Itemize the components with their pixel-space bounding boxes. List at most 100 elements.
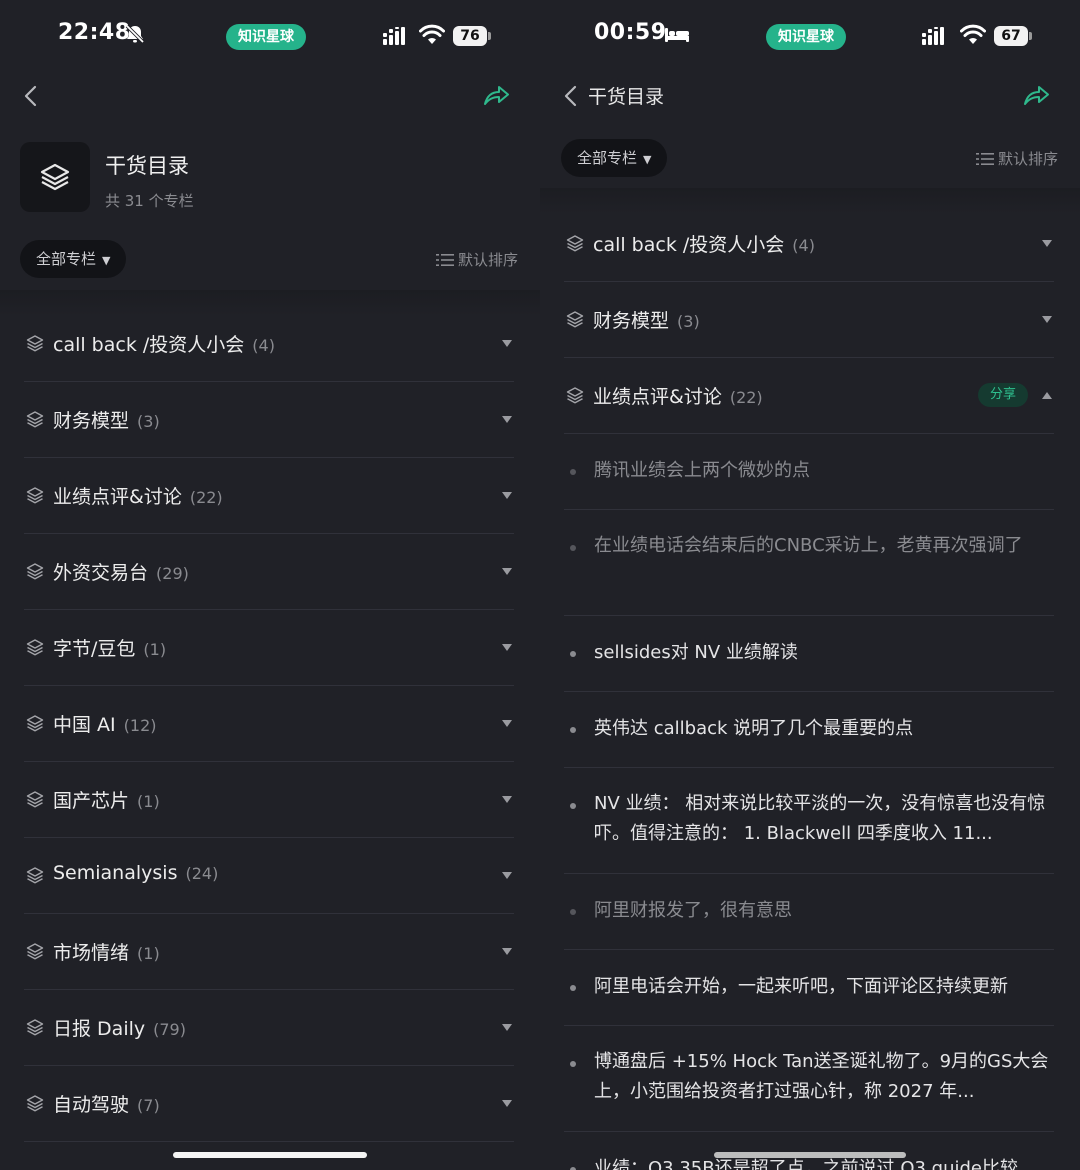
layers-icon (26, 335, 44, 352)
sort-button[interactable]: 默认排序 (435, 249, 518, 270)
column-name: Semianalysis (53, 862, 178, 884)
column-item[interactable]: 外资交易台 (29) (24, 534, 514, 610)
bullet-dot (570, 909, 576, 915)
column-item[interactable]: 业绩点评&讨论 (22) 分享 (564, 358, 1054, 434)
battery-indicator: 67 (994, 26, 1032, 46)
app-pill[interactable]: 知识星球 (766, 24, 846, 50)
back-arrow-icon[interactable] (560, 84, 582, 108)
caret-down-icon[interactable] (502, 416, 512, 423)
article-item[interactable]: 博通盘后 +15% Hock Tan送圣诞礼物了。9月的GS大会上，小范围给投资… (564, 1026, 1054, 1132)
column-item[interactable]: 业绩点评&讨论 (22) (24, 458, 514, 534)
caret-down-icon[interactable] (502, 872, 512, 879)
article-title: 在业绩电话会结束后的CNBC采访上，老黄再次强调了 (594, 535, 1023, 556)
layers-icon (26, 867, 44, 884)
app-pill[interactable]: 知识星球 (226, 24, 306, 50)
layers-icon (26, 487, 44, 504)
column-count: (22) (189, 488, 223, 507)
column-item[interactable]: 财务模型 (3) (24, 382, 514, 458)
caret-down-icon[interactable] (502, 948, 512, 955)
column-item[interactable]: 日报 Daily (79) (24, 990, 514, 1066)
home-indicator[interactable] (173, 1152, 367, 1158)
list-sort-icon (975, 153, 994, 165)
column-list: call back /投资人小会 (4) 财务模型 (3) 业绩点评&讨论 (22) 外资交… (24, 306, 514, 1170)
article-item[interactable]: 腾讯业绩会上两个微妙的点 (564, 434, 1054, 510)
column-count: 共 31 个专栏 (105, 192, 194, 210)
article-item[interactable]: 英伟达 callback 说明了几个最重要的点 (564, 692, 1054, 768)
column-name: 国产芯片 (53, 790, 130, 812)
article-item[interactable]: 阿里财报发了，很有意思 (564, 874, 1054, 950)
article-title: 英伟达 callback 说明了几个最重要的点 (594, 718, 914, 739)
caret-down-icon[interactable] (502, 340, 512, 347)
layers-icon (26, 411, 44, 428)
column-name: 业绩点评&讨论 (593, 386, 722, 408)
column-item[interactable]: 中国 AI (12) (24, 686, 514, 762)
caret-down-icon[interactable] (502, 568, 512, 575)
column-item-label: 机器人(6) (53, 1166, 141, 1170)
caret-down-icon[interactable] (502, 644, 512, 651)
caret-down-icon[interactable] (502, 1100, 512, 1107)
column-name: 外资交易台 (53, 562, 149, 584)
bullet-dot (570, 651, 576, 657)
article-title: sellsides对 NV 业绩解读 (594, 642, 798, 663)
layers-icon (40, 163, 70, 191)
signal-icon (383, 27, 405, 45)
sort-button[interactable]: 默认排序 (975, 148, 1058, 169)
caret-down-icon[interactable] (502, 492, 512, 499)
filter-dropdown[interactable]: 全部专栏 ▼ (20, 240, 127, 278)
column-item[interactable]: 财务模型 (3) (564, 282, 1054, 358)
nav-title: 干货目录 (588, 86, 665, 108)
layers-icon (566, 387, 584, 404)
column-name: 字节/豆包 (53, 638, 136, 660)
caret-up-icon[interactable] (1042, 392, 1052, 399)
filter-dropdown[interactable]: 全部专栏 ▼ (561, 139, 668, 177)
layers-icon (26, 791, 44, 808)
share-icon[interactable] (1022, 82, 1050, 108)
page-title: 干货目录 (105, 154, 189, 178)
column-item[interactable]: 市场情绪 (1) (24, 914, 514, 990)
bullet-dot (570, 727, 576, 733)
column-item[interactable]: 自动驾驶 (7) (24, 1066, 514, 1142)
column-count: (1) (137, 944, 160, 963)
list-sort-icon (435, 254, 454, 266)
column-item-label: 日报 Daily (79) (53, 1014, 186, 1041)
category-icon (20, 142, 90, 212)
article-item[interactable]: sellsides对 NV 业绩解读 (564, 616, 1054, 692)
caret-down-icon: ▼ (643, 153, 652, 166)
column-item[interactable]: call back /投资人小会 (4) (24, 306, 514, 382)
share-icon[interactable] (482, 82, 510, 108)
article-item[interactable]: 业绩：Q3 35B还是超了点，之前说过 Q3 guide比较 (564, 1132, 1054, 1170)
article-item[interactable]: NV 业绩： 相对来说比较平淡的一次，没有惊喜也没有惊吓。值得注意的： 1. B… (564, 768, 1054, 874)
bullet-dot (570, 803, 576, 809)
caret-down-icon[interactable] (1042, 316, 1052, 323)
bed-icon (665, 28, 689, 42)
home-indicator[interactable] (714, 1152, 906, 1158)
column-count: (24) (185, 864, 219, 883)
back-arrow-icon[interactable] (20, 84, 42, 108)
caret-down-icon[interactable] (502, 1024, 512, 1031)
column-item[interactable]: Semianalysis (24) (24, 838, 514, 914)
column-count: (7) (137, 1096, 160, 1115)
layers-icon (26, 715, 44, 732)
column-item[interactable]: 国产芯片 (1) (24, 762, 514, 838)
column-name: 自动驾驶 (53, 1094, 130, 1116)
column-count: (3) (137, 412, 160, 431)
caret-down-icon[interactable] (502, 796, 512, 803)
article-item[interactable]: 阿里电话会开始，一起来听吧，下面评论区持续更新 (564, 950, 1054, 1026)
bullet-dot (570, 985, 576, 991)
column-item-label: 中国 AI (12) (53, 710, 157, 737)
signal-icon (922, 27, 944, 45)
layers-icon (566, 311, 584, 328)
column-count: (29) (156, 564, 189, 583)
share-badge[interactable]: 分享 (977, 383, 1028, 407)
caret-down-icon[interactable] (502, 720, 512, 727)
column-item-label: 国产芯片 (1) (53, 786, 160, 813)
column-count: (1) (143, 640, 167, 659)
column-name: call back /投资人小会 (593, 234, 785, 256)
article-title: 阿里电话会开始，一起来听吧，下面评论区持续更新 (594, 976, 1008, 997)
column-item[interactable]: call back /投资人小会 (4) (564, 206, 1054, 282)
column-item-label: 财务模型 (3) (593, 306, 700, 333)
column-item[interactable]: 字节/豆包 (1) (24, 610, 514, 686)
column-name: 市场情绪 (53, 942, 130, 964)
caret-down-icon[interactable] (1042, 240, 1052, 247)
article-item[interactable]: 在业绩电话会结束后的CNBC采访上，老黄再次强调了 (564, 510, 1054, 616)
